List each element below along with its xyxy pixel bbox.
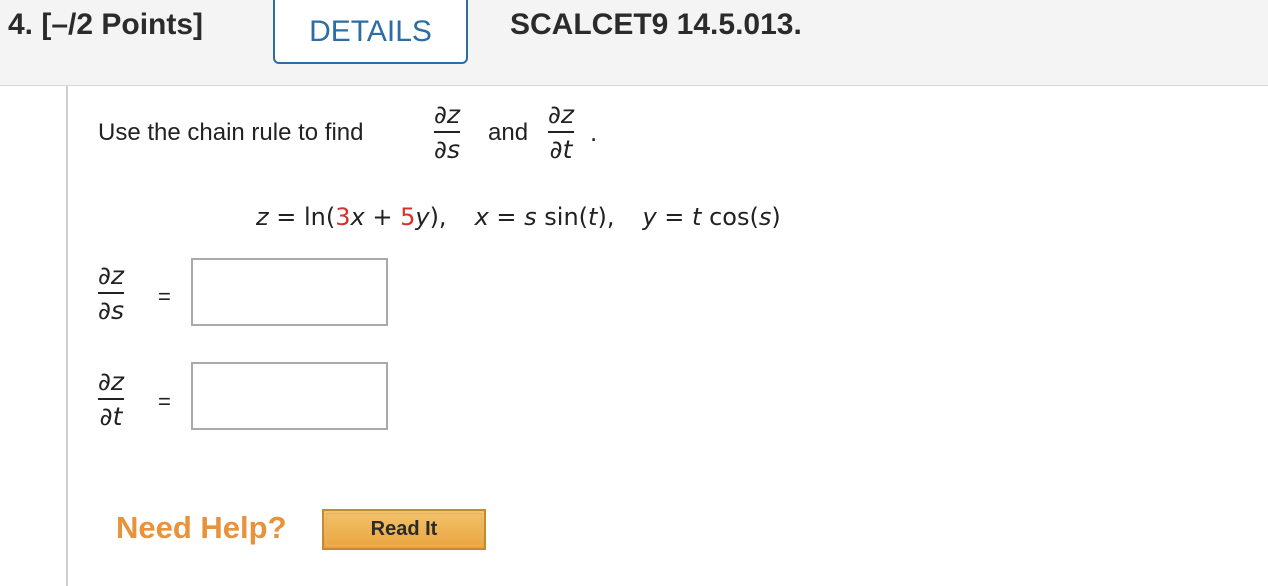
need-help-label: Need Help? <box>116 510 287 545</box>
eq-close: ), <box>429 203 447 231</box>
fraction-denominator: ∂t <box>99 402 123 431</box>
fraction-numerator: ∂z <box>98 367 125 396</box>
x-def-eq: = <box>488 203 525 231</box>
details-button[interactable]: DETAILS <box>273 0 468 64</box>
x-def-s: s <box>524 203 537 231</box>
fraction-numerator: ∂z <box>434 100 461 129</box>
equals-sign: = <box>158 284 171 309</box>
given-equations: z = ln(3x + 5y), x = s sin(t), y = t cos(s… <box>256 203 781 231</box>
eq-z: z <box>256 203 269 231</box>
fraction-denominator: ∂s <box>434 135 460 164</box>
fraction-bar <box>98 398 125 400</box>
answer-input-dz-ds[interactable] <box>191 258 388 326</box>
fraction-numerator: ∂z <box>98 261 125 290</box>
fraction-bar <box>548 131 575 133</box>
answer-label-dz-dt: ∂z ∂t <box>98 366 125 432</box>
y-def-var: y <box>642 203 657 231</box>
fraction-numerator: ∂z <box>548 100 575 129</box>
eq-ln-open: = ln( <box>268 203 336 231</box>
y-def-eq: = <box>656 203 693 231</box>
eq-y: y <box>415 203 430 231</box>
y-def-close: ) <box>771 203 781 231</box>
fraction-denominator: ∂s <box>98 296 124 325</box>
fraction-bar <box>98 292 125 294</box>
x-def-var: x <box>474 203 489 231</box>
question-id: SCALCET9 14.5.013. <box>510 8 802 41</box>
y-def-cos: cos( <box>701 203 759 231</box>
fraction-dz-ds: ∂z ∂s <box>434 99 461 165</box>
prompt-period: . <box>590 117 598 147</box>
eq-plus: + <box>364 203 401 231</box>
answer-label-dz-ds: ∂z ∂s <box>98 260 125 326</box>
x-def-close: ), <box>597 203 615 231</box>
read-it-button[interactable]: Read It <box>322 509 486 550</box>
equals-sign: = <box>158 389 171 414</box>
eq-x: x <box>350 203 365 231</box>
fraction-dz-dt: ∂z ∂t <box>548 99 575 165</box>
coef-x: 3 <box>335 203 351 231</box>
coef-y: 5 <box>400 203 416 231</box>
x-def-sin: sin( <box>536 203 589 231</box>
y-def-s: s <box>758 203 772 231</box>
answer-input-dz-dt[interactable] <box>191 362 388 430</box>
question-points: 4. [–/2 Points] <box>8 8 204 41</box>
problem-prompt: Use the chain rule to find <box>98 119 364 146</box>
question-header: 4. [–/2 Points] DETAILS SCALCET9 14.5.01… <box>0 0 1268 86</box>
fraction-bar <box>434 131 461 133</box>
and-text: and <box>488 119 529 146</box>
fraction-denominator: ∂t <box>549 135 573 164</box>
question-body: Use the chain rule to find ∂z ∂s and ∂z … <box>66 86 1268 586</box>
